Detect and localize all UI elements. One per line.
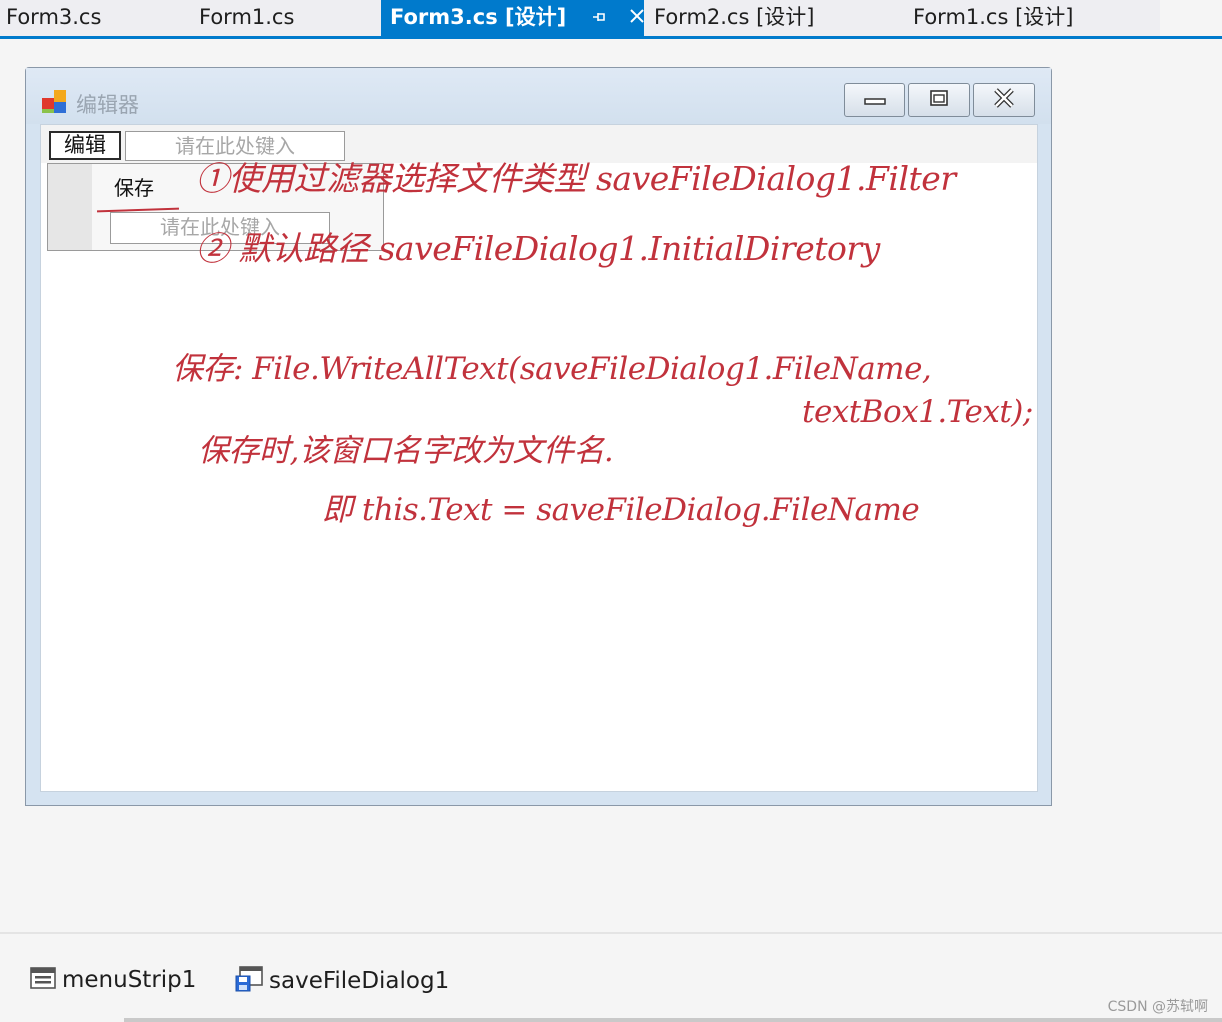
- tab-label: Form3.cs: [6, 5, 102, 29]
- document-tab-strip: Form3.cs Form1.cs Form3.cs [设计] Form2.cs…: [0, 0, 1222, 39]
- annotation-write-all-text: 保存: File.WriteAllText(saveFileDialog1.Fi…: [172, 351, 932, 387]
- form-titlebar[interactable]: 编辑器: [26, 68, 1051, 124]
- menustrip-icon: [30, 966, 56, 994]
- tray-scrollbar[interactable]: [124, 1018, 1222, 1022]
- tab-form1-design[interactable]: Form1.cs [设计]: [913, 0, 1073, 36]
- tab-label: Form1.cs [设计]: [913, 5, 1074, 29]
- annotation-textbox-text: textBox1.Text);: [802, 394, 1033, 430]
- tab-label: Form1.cs: [199, 5, 295, 29]
- menu-item-save[interactable]: 保存: [114, 172, 154, 201]
- component-tray[interactable]: menuStrip1 saveFileDialog1 CSDN @苏轼啊: [0, 932, 1222, 1022]
- minimize-button[interactable]: [844, 83, 905, 117]
- annotation-filter: ①使用过滤器选择文件类型 saveFileDialog1.Filter: [196, 159, 956, 198]
- tab-form3-cs[interactable]: Form3.cs: [6, 0, 101, 36]
- dropdown-image-margin: [48, 164, 92, 250]
- close-icon: [992, 88, 1016, 112]
- tray-label-menustrip: menuStrip1: [62, 967, 197, 993]
- tray-item-savefiledialog[interactable]: saveFileDialog1: [235, 966, 449, 996]
- savefiledialog-icon: [235, 966, 263, 996]
- tab-label: Form3.cs [设计]: [390, 5, 567, 29]
- tab-form2-design[interactable]: Form2.cs [设计]: [654, 0, 814, 36]
- minimize-icon: [863, 91, 886, 110]
- tab-label: Form2.cs [设计]: [654, 5, 815, 29]
- maximize-button[interactable]: [908, 83, 970, 117]
- close-icon[interactable]: [629, 1, 645, 35]
- annotation-initial-directory: ② 默认路径 saveFileDialog1.InitialDiretory: [196, 229, 880, 268]
- form-title: 编辑器: [76, 93, 139, 117]
- annotation-rename-window: 保存时,该窗口名字改为文件名.: [198, 433, 614, 469]
- tab-strip-empty-area: [1160, 0, 1222, 36]
- watermark: CSDN @苏轼啊: [1107, 999, 1208, 1015]
- tab-form3-design[interactable]: Form3.cs [设计]: [381, 0, 644, 36]
- pin-icon[interactable]: [592, 0, 606, 34]
- tab-form1-cs[interactable]: Form1.cs: [199, 0, 294, 36]
- tray-item-menustrip[interactable]: menuStrip1: [30, 966, 196, 994]
- maximize-icon: [929, 89, 949, 111]
- annotation-this-text: 即 this.Text = saveFileDialog.FileName: [322, 492, 920, 528]
- close-button[interactable]: [973, 83, 1035, 117]
- tray-label-savefiledialog: saveFileDialog1: [269, 968, 450, 994]
- form-app-icon: [42, 90, 68, 114]
- menu-item-edit[interactable]: 编辑: [49, 131, 121, 160]
